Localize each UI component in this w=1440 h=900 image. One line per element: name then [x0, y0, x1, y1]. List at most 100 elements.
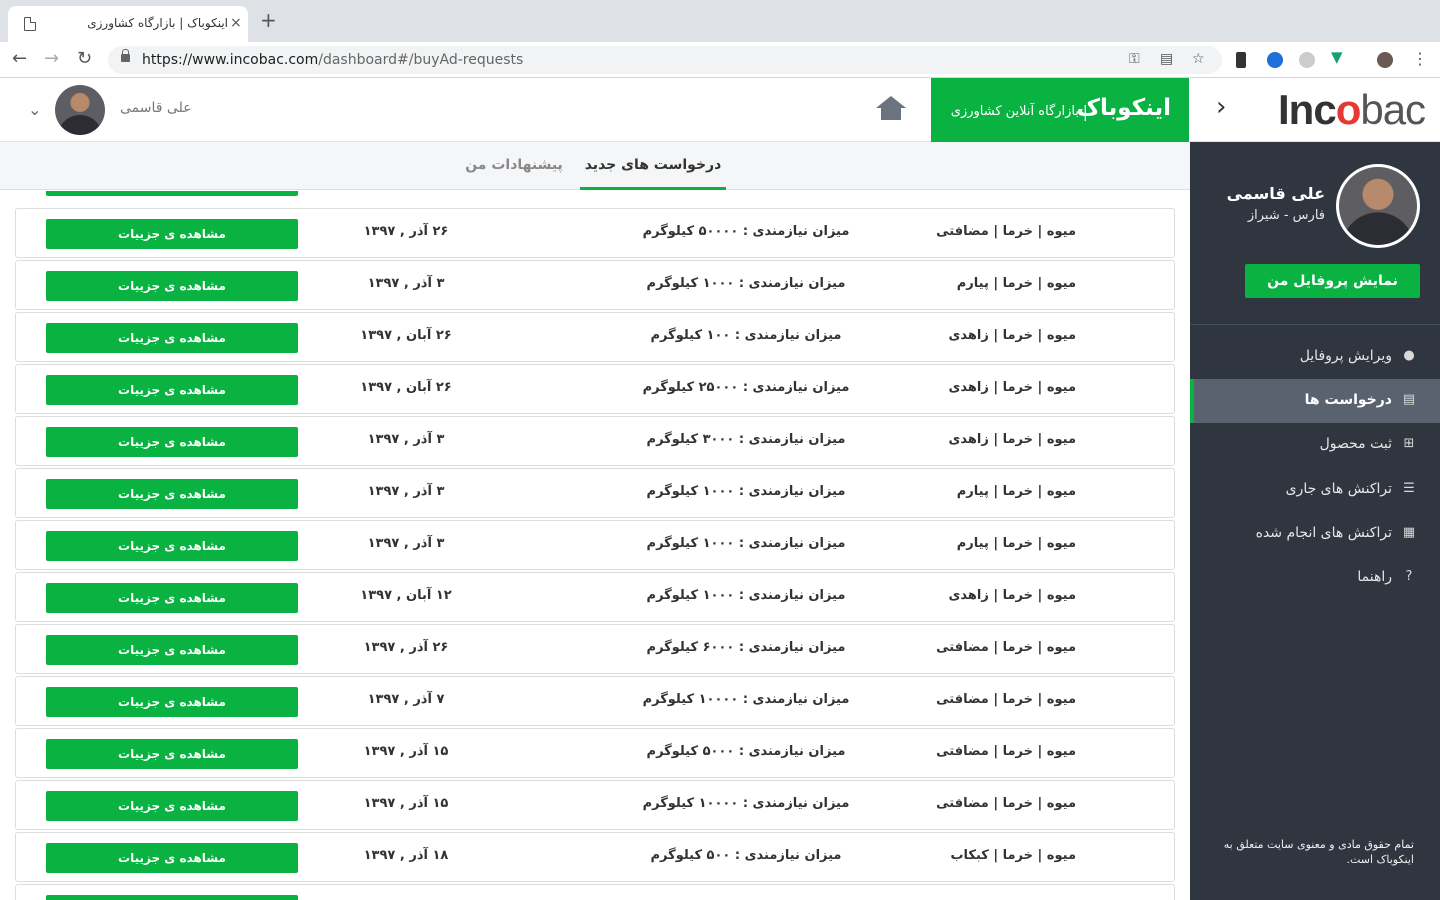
sidebar-item-add-product[interactable]: ⊞ ثبت محصول — [1190, 423, 1440, 467]
phone-extension-icon[interactable] — [1236, 52, 1246, 68]
sidebar-user-name: علی قاسمی — [1226, 184, 1325, 203]
request-product: میوه | خرما | مضافتی — [936, 640, 1076, 655]
copyright-footer: تمام حقوق مادی و معنوی سایت متعلق به این… — [1223, 838, 1414, 866]
url-path: /dashboard#/buyAd-requests — [318, 52, 524, 68]
bookmark-star-icon[interactable]: ☆ — [1192, 51, 1205, 67]
request-product: میوه | خرما | کبکاب — [950, 848, 1076, 863]
avatar[interactable] — [55, 85, 105, 135]
table-icon: ▦ — [1402, 525, 1416, 540]
browser-tab-title: اینکوباک | بازارگاه کشاورزی — [87, 16, 228, 30]
request-product: میوه | خرما | مضافتی — [936, 224, 1076, 239]
profile-avatar-icon[interactable] — [1377, 52, 1393, 68]
view-details-button[interactable]: مشاهده ی جزییات — [46, 271, 298, 301]
view-details-button[interactable]: مشاهده ی جزییات — [46, 843, 298, 873]
request-date: ۳ آذر , ۱۳۹۷ — [367, 536, 445, 551]
sidebar-item-help[interactable]: ? راهنما — [1190, 556, 1440, 600]
close-tab-icon[interactable]: × — [230, 15, 242, 31]
logo-part-2: bac — [1360, 86, 1426, 133]
key-icon[interactable]: ⚿ — [1129, 51, 1140, 67]
user-icon: ● — [1403, 348, 1415, 363]
back-arrow-icon[interactable]: ← — [12, 49, 27, 69]
browser-menu-icon[interactable]: ⋮ — [1412, 49, 1428, 68]
reload-icon[interactable]: ↻ — [77, 49, 92, 69]
request-date: ۲۶ آذر , ۱۳۹۷ — [363, 640, 449, 655]
request-amount: میزان نیازمندی : ۱۰۰۰۰ کیلوگرم — [642, 692, 850, 707]
request-row: میوه | خرما | پیارم میزان نیازمندی : ۱۰۰… — [15, 260, 1175, 310]
view-details-button[interactable]: مشاهده ی جزییات — [46, 375, 298, 405]
view-details-button[interactable]: مشاهده ی جزییات — [46, 479, 298, 509]
sidebar-item-label: درخواست ها — [1304, 392, 1392, 408]
translate-icon[interactable]: ▤ — [1160, 51, 1173, 67]
app-header: ⌄ علی قاسمی اینکوباک | بازارگاه آنلاین ک… — [0, 78, 1440, 142]
extension-blue-icon[interactable] — [1267, 52, 1283, 68]
vue-devtools-icon[interactable]: ▼ — [1331, 48, 1347, 66]
view-details-button[interactable]: مشاهده ی جزییات — [46, 687, 298, 717]
browser-tab[interactable]: اینکوباک | بازارگاه کشاورزی × — [8, 6, 248, 42]
new-tab-button[interactable]: + — [260, 10, 277, 30]
page-favicon-icon — [24, 17, 36, 31]
brand-subtitle: بازارگاه آنلاین کشاورزی — [950, 104, 1079, 119]
request-date: ۲۶ آبان , ۱۳۹۷ — [360, 380, 452, 395]
forward-arrow-icon[interactable]: → — [44, 49, 59, 69]
plus-square-icon: ⊞ — [1403, 436, 1415, 451]
details-button-partial[interactable] — [46, 191, 298, 196]
request-amount: میزان نیازمندی : ۱۰۰۰ کیلوگرم — [646, 588, 846, 603]
brand-title: اینکوباک — [1076, 95, 1171, 121]
request-product: میوه | خرما | پیارم — [956, 276, 1076, 291]
sidebar: علی قاسمی فارس - شیراز نمایش پروفایل من … — [1190, 142, 1440, 900]
chevron-down-icon[interactable]: ⌄ — [28, 100, 41, 119]
request-amount: میزان نیازمندی : ۵۰۰۰۰ کیلوگرم — [642, 224, 850, 239]
request-date: ۳ آذر , ۱۳۹۷ — [367, 276, 445, 291]
sidebar-item-label: راهنما — [1357, 569, 1392, 585]
request-date: ۷ آذر , ۱۳۹۷ — [367, 692, 445, 707]
sidebar-user-location: فارس - شیراز — [1247, 208, 1325, 223]
view-details-button[interactable]: مشاهده ی جزییات — [46, 791, 298, 821]
view-details-button[interactable]: مشاهده ی جزییات — [46, 323, 298, 353]
view-details-button[interactable]: مشاهده ی جزییات — [46, 531, 298, 561]
sidebar-avatar[interactable] — [1336, 164, 1420, 248]
chevron-right-icon[interactable]: › — [1216, 92, 1226, 122]
lock-icon — [121, 49, 130, 62]
request-product: میوه | خرما | مضافتی — [936, 744, 1076, 759]
request-amount: میزان نیازمندی : ۱۰۰۰ کیلوگرم — [646, 536, 846, 551]
request-date: ۱۵ آذر , ۱۳۹۷ — [363, 744, 449, 759]
view-details-button[interactable]: مشاهده ی جزییات — [46, 427, 298, 457]
sidebar-item-edit-profile[interactable]: ● ویرایش پروفایل — [1190, 335, 1440, 379]
request-row: میوه | خرما | پیارم میزان نیازمندی : ۱۰۰… — [15, 520, 1175, 570]
request-amount: میزان نیازمندی : ۳۰۰۰ کیلوگرم — [646, 432, 846, 447]
sidebar-item-label: تراکنش های جاری — [1285, 481, 1392, 497]
request-amount: میزان نیازمندی : ۵۰۰۰ کیلوگرم — [646, 744, 846, 759]
url-text[interactable]: https://www.incobac.com/dashboard#/buyAd… — [142, 52, 523, 68]
view-details-button[interactable]: مشاهده ی جزییات — [46, 635, 298, 665]
view-details-button[interactable]: مشاهده ی جزییات — [46, 583, 298, 613]
address-bar[interactable]: https://www.incobac.com/dashboard#/buyAd… — [108, 46, 1222, 74]
request-date: ۳ آذر , ۱۳۹۷ — [367, 432, 445, 447]
sidebar-item-requests[interactable]: ▤ درخواست ها — [1190, 379, 1440, 423]
request-product: میوه | خرما | زاهدی — [948, 328, 1076, 343]
request-product: میوه | خرما | زاهدی — [948, 432, 1076, 447]
sidebar-item-current-transactions[interactable]: ☰ تراکنش های جاری — [1190, 468, 1440, 512]
incobac-logo[interactable]: Incobac — [1278, 86, 1426, 134]
extension-gray-icon[interactable] — [1299, 52, 1315, 68]
browser-toolbar: ← → ↻ https://www.incobac.com/dashboard#… — [0, 42, 1440, 78]
logo-o: o — [1335, 86, 1362, 133]
request-row: میوه | خرما | زاهدی میزان نیازمندی : ۳۰۰… — [15, 416, 1175, 466]
request-product: میوه | خرما | پیارم — [956, 484, 1076, 499]
requests-list[interactable]: میوه | خرما | مضافتی میزان نیازمندی : ۵۰… — [0, 191, 1190, 900]
content-tabs: درخواست های جدید پیشنهادات من — [0, 142, 1190, 190]
request-amount: میزان نیازمندی : ۵۰۰ کیلوگرم — [650, 848, 842, 863]
view-details-button[interactable] — [46, 895, 298, 900]
show-profile-button[interactable]: نمایش پروفایل من — [1245, 264, 1420, 298]
request-date: ۱۲ آبان , ۱۳۹۷ — [360, 588, 452, 603]
header-user-name[interactable]: علی قاسمی — [120, 100, 192, 116]
brand-banner[interactable]: اینکوباک | بازارگاه آنلاین کشاورزی — [931, 78, 1189, 142]
tab-my-offers[interactable]: پیشنهادات من — [460, 142, 568, 190]
view-details-button[interactable]: مشاهده ی جزییات — [46, 219, 298, 249]
tab-new-requests[interactable]: درخواست های جدید — [580, 142, 726, 190]
request-date: ۱۸ آذر , ۱۳۹۷ — [363, 848, 449, 863]
view-details-button[interactable]: مشاهده ی جزییات — [46, 739, 298, 769]
sidebar-item-completed-transactions[interactable]: ▦ تراکنش های انجام شده — [1190, 512, 1440, 556]
request-product: میوه | خرما | زاهدی — [948, 588, 1076, 603]
home-icon[interactable] — [876, 96, 906, 124]
request-product: میوه | خرما | پیارم — [956, 536, 1076, 551]
